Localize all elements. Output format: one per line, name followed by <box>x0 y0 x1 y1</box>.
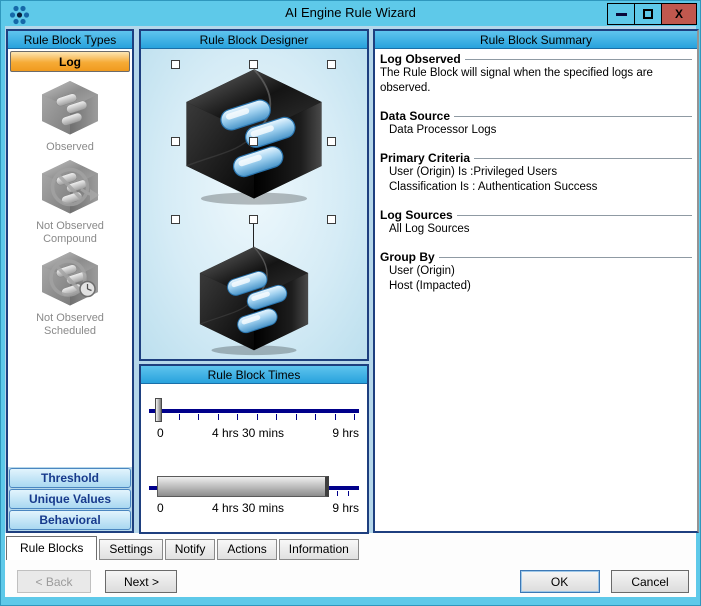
slider-label-min: 0 <box>157 426 164 440</box>
summary-section: Log Sources All Log Sources <box>380 208 692 237</box>
section-line: Host (Impacted) <box>389 280 471 292</box>
section-line: All Log Sources <box>389 223 470 235</box>
slider-label-max: 9 hrs <box>332 426 359 440</box>
minimize-icon <box>615 12 627 16</box>
section-line: User (Origin) Is :Privileged Users <box>389 166 558 178</box>
summary-section: Group By User (Origin) Host (Impacted) <box>380 250 692 294</box>
slider-label-mid: 4 hrs 30 mins <box>211 426 285 440</box>
tick-mark <box>337 491 338 496</box>
selection-handle[interactable] <box>327 137 336 146</box>
times-body: 0 4 hrs 30 mins 9 hrs 0 4 hrs 30 mins 9 … <box>141 384 367 532</box>
selection-handle[interactable] <box>171 215 180 224</box>
type-item-label: Observed <box>46 141 94 153</box>
rule-block-types-header: Rule Block Types <box>8 31 132 49</box>
rule-block-types-panel: Rule Block Types Log Observed Not Observ… <box>6 29 134 533</box>
section-title: Data Source <box>380 109 451 123</box>
slider-label-max: 9 hrs <box>332 501 359 515</box>
type-item-not-observed-compound[interactable]: Not Observed Compound <box>24 159 116 246</box>
not-observed-scheduled-icon <box>39 251 101 309</box>
dialog-action-buttons: OK Cancel <box>519 570 689 593</box>
slider-1-labels: 0 4 hrs 30 mins 9 hrs <box>149 426 359 440</box>
selection-handle[interactable] <box>249 60 258 69</box>
selection-handle[interactable] <box>249 137 258 146</box>
slider-2-range-bar[interactable] <box>157 476 329 497</box>
rule-block-type-buttons: Threshold Unique Values Behavioral <box>8 467 132 531</box>
type-item-label: Not Observed Compound <box>36 220 104 245</box>
section-rule-line <box>456 215 692 216</box>
next-button[interactable]: Next > <box>105 570 178 593</box>
rule-block-times-header: Rule Block Times <box>141 366 367 384</box>
window-controls: X <box>607 3 697 25</box>
section-rule-line <box>438 257 692 258</box>
not-observed-compound-icon <box>39 159 99 217</box>
slider-label-mid: 4 hrs 30 mins <box>211 501 285 515</box>
type-item-not-observed-scheduled[interactable]: Not Observed Scheduled <box>24 251 116 338</box>
rule-block-designer-panel: Rule Block Designer <box>139 29 369 361</box>
maximize-button[interactable] <box>634 3 662 25</box>
section-title: Log Observed <box>380 52 461 66</box>
titlebar: AI Engine Rule Wizard X <box>1 1 700 26</box>
rule-block-summary-panel: Rule Block Summary Log Observed The Rule… <box>373 29 699 533</box>
selection-handle[interactable] <box>171 60 180 69</box>
slider-2-labels: 0 4 hrs 30 mins 9 hrs <box>149 501 359 515</box>
summary-body: Log Observed The Rule Block will signal … <box>375 49 697 310</box>
section-line: Data Processor Logs <box>389 124 497 136</box>
section-rule-line <box>464 59 692 60</box>
rule-block-summary-header: Rule Block Summary <box>375 31 697 49</box>
section-title: Log Sources <box>380 208 453 222</box>
window-title: AI Engine Rule Wizard <box>285 5 416 20</box>
slider-1-thumb[interactable] <box>155 398 162 422</box>
section-line: Classification Is : Authentication Succe… <box>389 181 598 193</box>
section-line: The Rule Block will signal when the spec… <box>380 67 653 94</box>
minimize-button[interactable] <box>607 3 635 25</box>
rule-block-designer-header: Rule Block Designer <box>141 31 367 49</box>
dialog-content: Rule Block Types Log Observed Not Observ… <box>5 26 699 597</box>
section-title: Group By <box>380 250 435 264</box>
tab-information[interactable]: Information <box>278 539 359 560</box>
slider-track-1[interactable] <box>149 409 359 413</box>
tick-mark <box>348 491 349 496</box>
close-button[interactable]: X <box>661 3 697 25</box>
unique-values-button[interactable]: Unique Values <box>9 489 131 509</box>
wizard-tab-strip: Rule Blocks Settings Notify Actions Info… <box>6 536 361 560</box>
selection-handle[interactable] <box>327 215 336 224</box>
section-line: User (Origin) <box>389 265 455 277</box>
rule-block-node-2[interactable] <box>193 245 315 357</box>
log-type-button[interactable]: Log <box>10 51 130 72</box>
threshold-button[interactable]: Threshold <box>9 468 131 488</box>
selection-handle[interactable] <box>249 215 258 224</box>
slider-1-tick-marks <box>179 414 355 420</box>
ok-button[interactable]: OK <box>519 570 600 593</box>
tab-actions[interactable]: Actions <box>217 539 277 560</box>
back-button[interactable]: < Back <box>17 570 91 593</box>
summary-section: Log Observed The Rule Block will signal … <box>380 52 692 96</box>
observed-cube-icon <box>39 80 101 138</box>
type-item-observed[interactable]: Observed <box>24 80 116 154</box>
selection-handle[interactable] <box>171 137 180 146</box>
section-title: Primary Criteria <box>380 151 471 165</box>
section-rule-line <box>454 116 692 117</box>
type-item-label: Not Observed Scheduled <box>36 312 104 337</box>
tab-rule-blocks[interactable]: Rule Blocks <box>6 536 98 560</box>
rule-block-type-list: Observed Not Observed Compound Not Obser… <box>8 74 132 467</box>
rule-block-times-panel: Rule Block Times 0 4 hrs 30 mins 9 hrs 0 <box>139 364 369 534</box>
cancel-button[interactable]: Cancel <box>611 570 689 593</box>
log-block-cube-icon <box>193 245 315 357</box>
section-rule-line <box>474 158 692 159</box>
close-icon: X <box>674 7 683 21</box>
ai-engine-rule-wizard-window: AI Engine Rule Wizard X Rule Block Types… <box>0 0 701 606</box>
wizard-nav-buttons: < Back Next > <box>17 570 178 593</box>
tab-notify[interactable]: Notify <box>164 539 216 560</box>
slider-label-min: 0 <box>157 501 164 515</box>
summary-section: Primary Criteria User (Origin) Is :Privi… <box>380 151 692 195</box>
maximize-icon <box>643 9 653 19</box>
tab-settings[interactable]: Settings <box>99 539 163 560</box>
behavioral-button[interactable]: Behavioral <box>9 510 131 530</box>
selection-handle[interactable] <box>327 60 336 69</box>
designer-canvas[interactable] <box>141 49 367 359</box>
summary-section: Data Source Data Processor Logs <box>380 109 692 138</box>
